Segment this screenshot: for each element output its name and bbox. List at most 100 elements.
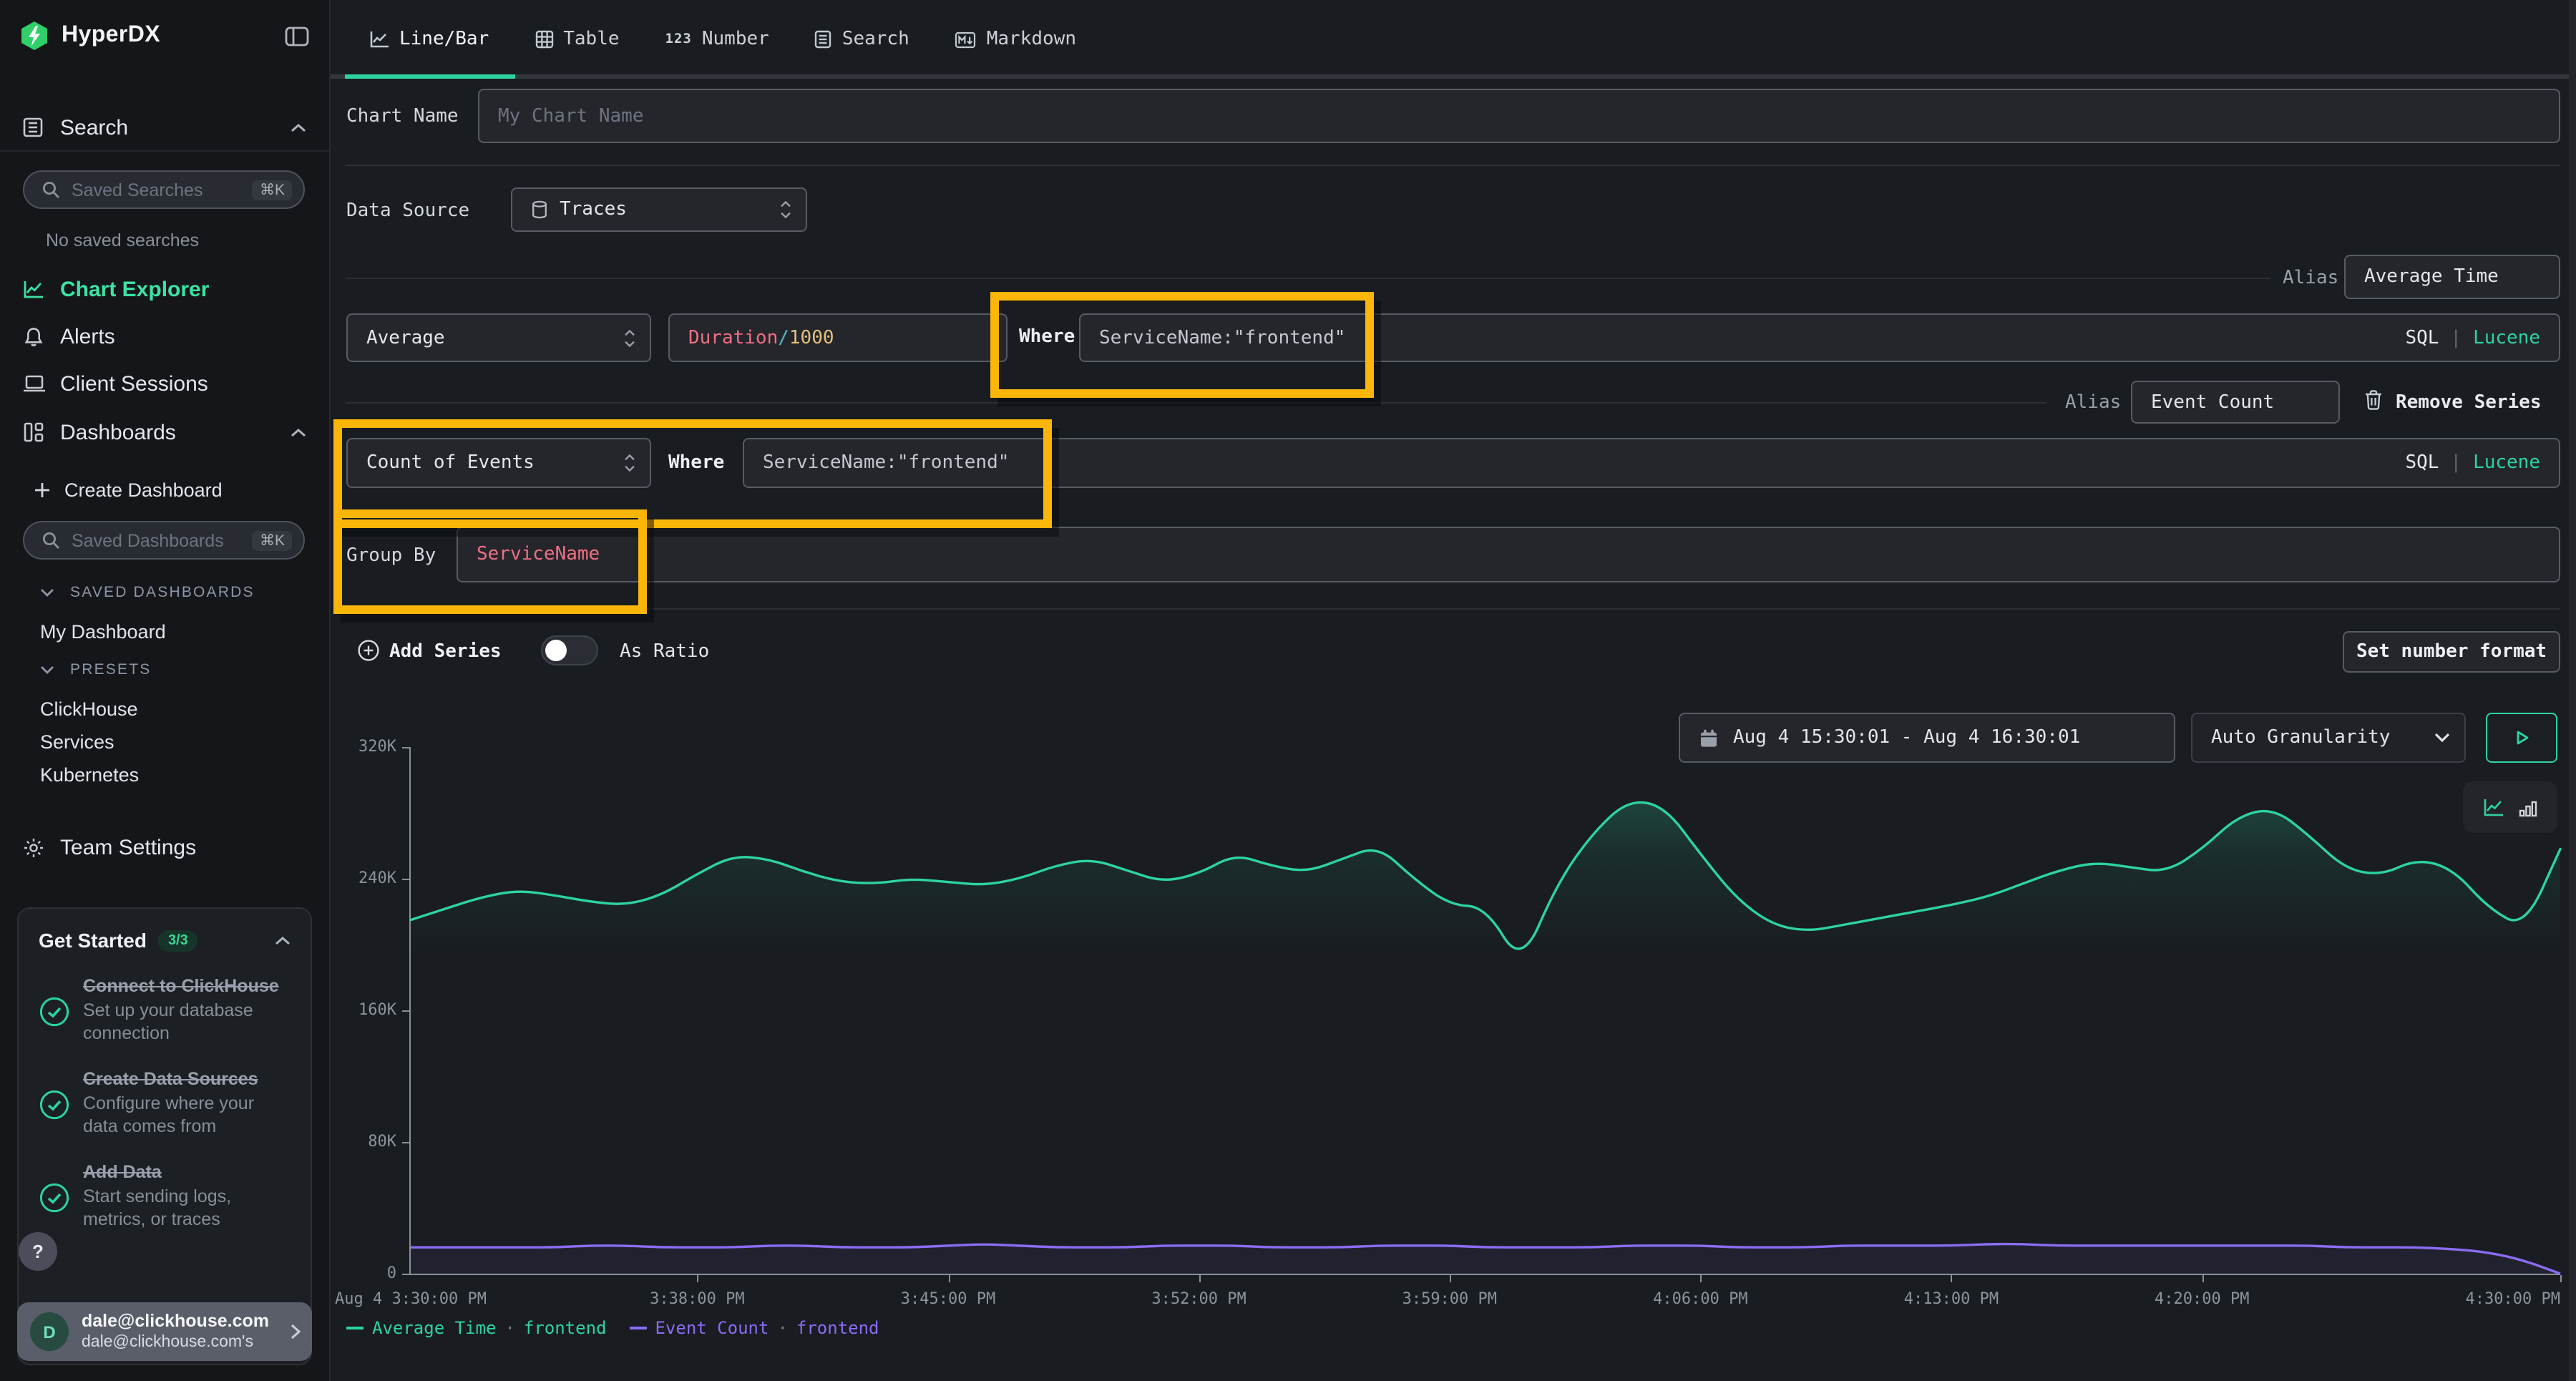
sql-mode[interactable]: SQL (2405, 327, 2439, 348)
row-divider (346, 608, 2560, 610)
preset-link-label: Kubernetes (40, 763, 139, 785)
alias-label: Alias (2065, 392, 2121, 414)
lucene-mode[interactable]: Lucene (2473, 452, 2540, 474)
tab-label: Search (842, 29, 909, 50)
query-language-toggle[interactable]: SQL|Lucene (2405, 452, 2540, 474)
sidebar-item-preset-clickhouse[interactable]: ClickHouse (0, 696, 329, 721)
preset-link-label: Services (40, 731, 114, 752)
set-number-format-button[interactable]: Set number format (2343, 631, 2560, 673)
series2-where-input[interactable]: ServiceName:"frontend" SQL|Lucene (743, 438, 2560, 488)
toggle-knob (545, 640, 567, 661)
x-tick-mark (1951, 1275, 1953, 1282)
sidebar-item-alerts[interactable]: Alerts (0, 319, 329, 353)
tab-number[interactable]: 123 Number (665, 29, 769, 50)
help-button[interactable]: ? (19, 1232, 57, 1271)
lucene-mode[interactable]: Lucene (2473, 327, 2540, 348)
user-menu[interactable]: D dale@clickhouse.com dale@clickhouse.co… (17, 1302, 312, 1361)
series1-field-input[interactable]: Duration/1000 (668, 313, 1008, 362)
tab-line-bar[interactable]: Line/Bar (369, 29, 489, 50)
database-icon (512, 200, 548, 219)
series2-aggregation-select[interactable]: Count of Events (346, 438, 651, 488)
get-started-card: Get Started 3/3 Connect to ClickHouse Se… (17, 907, 312, 1365)
x-tick-mark (1199, 1275, 1201, 1282)
user-org: dale@clickhouse.com's (82, 1332, 291, 1352)
series2-aggregation-value: Count of Events (348, 452, 535, 474)
tab-label: Line/Bar (399, 29, 489, 50)
sidebar-item-dashboards[interactable]: Dashboards (0, 415, 329, 449)
get-started-step[interactable]: Create Data Sources Configure where your… (39, 1068, 291, 1138)
chevron-up-icon[interactable] (275, 935, 291, 945)
x-tick-label: 3:38:00 PM (650, 1289, 744, 1308)
logo-row: HyperDX (0, 17, 329, 54)
sidebar-section-search[interactable]: Search (0, 109, 329, 146)
x-tick-mark (697, 1275, 698, 1282)
sidebar-item-preset-services[interactable]: Services (0, 728, 329, 754)
x-tick-label: 4:30:00 PM (2466, 1289, 2560, 1308)
series1-where-query: ServiceName:"frontend" (1080, 327, 1345, 348)
chart-name-placeholder: My Chart Name (479, 105, 644, 127)
search-icon (42, 180, 60, 199)
series1-alias-input[interactable]: Average Time (2344, 255, 2560, 299)
chart-legend: Average Time · frontend Event Count · fr… (346, 1318, 879, 1338)
user-email: dale@clickhouse.com (82, 1311, 291, 1332)
create-dashboard-button[interactable]: Create Dashboard (0, 475, 329, 504)
series2-alias-input[interactable]: Event Count (2131, 381, 2340, 424)
sidebar-item-preset-kubernetes[interactable]: Kubernetes (0, 761, 329, 787)
app-title: HyperDX (62, 23, 160, 49)
timeseries-chart[interactable]: 080K160K240K320K Aug 4 3:30:00 PM3:38:00… (346, 747, 2560, 1362)
tab-search[interactable]: Search (815, 29, 909, 50)
as-ratio-toggle[interactable] (541, 635, 598, 665)
data-source-label: Data Source (346, 200, 469, 222)
plot-area[interactable] (411, 747, 2560, 1274)
sidebar-item-chart-explorer[interactable]: Chart Explorer (0, 272, 329, 306)
saved-dashboards-placeholder: Saved Dashboards (72, 530, 253, 550)
check-circle-icon (39, 977, 70, 1045)
saved-dashboards-group[interactable]: SAVED DASHBOARDS (0, 581, 329, 604)
series1-where-input[interactable]: ServiceName:"frontend" SQL|Lucene (1079, 313, 2560, 362)
chevron-up-icon (291, 122, 306, 132)
sidebar-item-label: Team Settings (60, 835, 196, 859)
trash-icon[interactable] (2364, 389, 2383, 411)
check-circle-icon (39, 1163, 70, 1231)
chart-type-tabbar: Line/Bar Table 123 Number Search (329, 0, 2576, 79)
collapse-sidebar-icon[interactable] (285, 25, 309, 47)
sidebar-item-team-settings[interactable]: Team Settings (0, 830, 329, 864)
data-source-select[interactable]: Traces (511, 187, 807, 232)
line-chart-icon (23, 279, 44, 299)
presets-group[interactable]: PRESETS (0, 658, 329, 681)
data-source-value: Traces (560, 199, 627, 220)
sidebar-item-my-dashboard[interactable]: My Dashboard (0, 618, 329, 644)
scrollbar-track[interactable] (2569, 0, 2576, 1381)
legend-item-event-count[interactable]: Event Count · frontend (629, 1318, 879, 1338)
get-started-step[interactable]: Add Data Start sending logs, metrics, or… (39, 1161, 291, 1231)
sidebar: HyperDX Search Saved Searches ⌘K No save… (0, 0, 331, 1381)
group-by-input[interactable]: ServiceName (457, 527, 2560, 582)
as-ratio-label: As Ratio (620, 641, 709, 663)
chart-name-input[interactable]: My Chart Name (478, 89, 2560, 143)
query-language-toggle[interactable]: SQL|Lucene (2405, 327, 2540, 348)
line-chart-icon (369, 30, 389, 49)
tab-markdown[interactable]: Markdown (955, 29, 1076, 50)
get-started-step[interactable]: Connect to ClickHouse Set up your databa… (39, 975, 291, 1045)
legend-separator: · (777, 1318, 787, 1338)
sql-mode[interactable]: SQL (2405, 452, 2439, 474)
avatar: D (30, 1312, 69, 1351)
saved-searches-input[interactable]: Saved Searches ⌘K (23, 170, 305, 209)
shortcut-badge: ⌘K (253, 530, 292, 550)
step-desc: Configure where your data comes from (83, 1092, 291, 1138)
number-123-icon: 123 (665, 31, 692, 47)
preset-link-label: ClickHouse (40, 698, 138, 719)
add-circle-icon[interactable] (358, 640, 379, 661)
play-icon (2512, 728, 2531, 747)
tab-table[interactable]: Table (535, 29, 619, 50)
remove-series-button[interactable]: Remove Series (2396, 392, 2542, 414)
saved-dashboards-input[interactable]: Saved Dashboards ⌘K (23, 521, 305, 560)
legend-item-average-time[interactable]: Average Time · frontend (346, 1318, 606, 1338)
row-divider (346, 165, 2560, 166)
group-header-label: PRESETS (70, 661, 151, 678)
calendar-icon (1680, 728, 1719, 748)
series1-aggregation-select[interactable]: Average (346, 313, 651, 362)
sidebar-item-client-sessions[interactable]: Client Sessions (0, 366, 329, 401)
add-series-button[interactable]: Add Series (389, 641, 502, 663)
table-icon (535, 30, 553, 49)
